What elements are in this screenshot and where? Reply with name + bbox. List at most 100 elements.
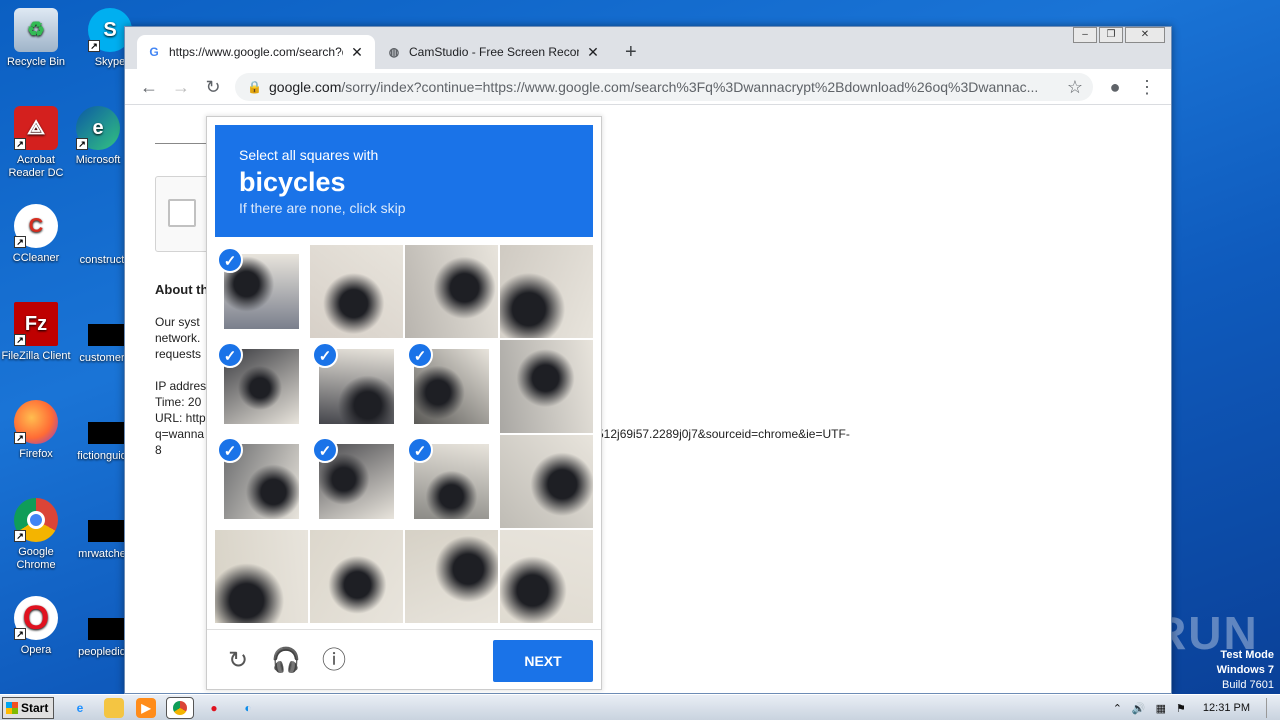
desktop-icon-filezilla[interactable]: Fz ↗ FileZilla Client xyxy=(0,302,72,363)
captcha-tile-image xyxy=(500,530,593,623)
tab-title: https://www.google.com/search?q= xyxy=(169,45,343,59)
captcha-tile[interactable] xyxy=(405,530,498,623)
desktop-icon-label: CCleaner xyxy=(12,252,60,264)
ip-line: IP addres xyxy=(155,379,207,393)
profile-icon[interactable]: ● xyxy=(1103,75,1127,99)
captcha-tile[interactable] xyxy=(500,530,593,623)
desktop-icon-chrome[interactable]: ↗ Google Chrome xyxy=(0,498,72,572)
show-desktop-icon[interactable] xyxy=(1266,698,1280,718)
desktop-icon-recycle-bin[interactable]: ♻ Recycle Bin xyxy=(0,8,72,69)
recaptcha-checkbox[interactable] xyxy=(168,199,196,227)
media-player-taskbar-icon[interactable]: ▶ xyxy=(136,698,156,718)
ip-line: Time: 20 xyxy=(155,395,202,409)
captcha-tile-image xyxy=(500,340,593,433)
page-paragraph-line: Our syst xyxy=(155,315,200,329)
redacted-icon xyxy=(88,520,124,542)
maximize-button[interactable]: ❐ xyxy=(1099,27,1123,43)
challenge-footer: ↻ 🎧 ⓘ NEXT xyxy=(207,629,601,691)
redacted-icon xyxy=(88,422,124,444)
menu-kebab-icon[interactable]: ⋮ xyxy=(1135,75,1159,99)
desktop-icon-opera[interactable]: O ↗ Opera xyxy=(0,596,72,657)
address-bar[interactable]: 🔒 google.com/sorry/index?continue=https:… xyxy=(235,73,1093,101)
recycle-bin-icon: ♻ xyxy=(14,8,58,52)
captcha-tile-image xyxy=(310,245,403,338)
captcha-tile[interactable]: ✓ xyxy=(405,340,498,433)
forward-arrow-icon[interactable]: → xyxy=(169,75,193,99)
ip-line: URL: http xyxy=(155,411,206,425)
lock-icon: 🔒 xyxy=(247,80,262,94)
reload-icon[interactable]: ↻ xyxy=(201,75,225,99)
reload-challenge-icon[interactable]: ↻ xyxy=(223,646,253,676)
page-paragraph-line: network. xyxy=(155,331,201,345)
desktop-icon-label: Google Chrome xyxy=(16,546,56,571)
captcha-tile[interactable]: ✓ xyxy=(215,435,308,528)
taskbar: Start e ▶ ● ◐ ⌃ 🔊 ▦ ⚑ 12:31 PM xyxy=(0,694,1280,720)
explorer-taskbar-icon[interactable] xyxy=(104,698,124,718)
info-icon[interactable]: ⓘ xyxy=(319,646,349,676)
opera-taskbar-icon[interactable]: ● xyxy=(204,698,224,718)
challenge-instruction: Select all squares with xyxy=(239,147,379,163)
captcha-tile-image xyxy=(500,245,593,338)
network-icon[interactable]: ▦ xyxy=(1156,702,1166,715)
desktop-icon-label: Recycle Bin xyxy=(6,56,66,68)
captcha-tile[interactable]: ✓ xyxy=(310,340,403,433)
captcha-tile-image xyxy=(500,435,593,528)
selected-check-icon: ✓ xyxy=(217,437,243,463)
google-favicon-icon: G xyxy=(149,45,159,59)
tray-expand-icon[interactable]: ⌃ xyxy=(1113,702,1122,715)
captcha-tile[interactable]: ✓ xyxy=(215,340,308,433)
tab-google-search[interactable]: G https://www.google.com/search?q= ✕ xyxy=(137,35,375,69)
edge-icon: e ↗ xyxy=(76,106,120,150)
captcha-tile[interactable] xyxy=(215,530,308,623)
selected-check-icon: ✓ xyxy=(407,437,433,463)
desktop-icon-firefox[interactable]: ↗ Firefox xyxy=(0,400,72,461)
tab-close-icon[interactable]: ✕ xyxy=(585,44,601,61)
chrome-taskbar-icon[interactable] xyxy=(166,697,194,719)
captcha-tile[interactable]: ✓ xyxy=(215,245,308,338)
desktop-icon-label: Opera xyxy=(20,644,52,656)
flag-icon[interactable]: ⚑ xyxy=(1176,702,1186,715)
redacted-icon xyxy=(88,618,124,640)
captcha-tile[interactable] xyxy=(500,245,593,338)
start-button[interactable]: Start xyxy=(2,697,54,719)
tab-camstudio[interactable]: ◍ CamStudio - Free Screen Recording ✕ xyxy=(377,35,611,69)
bookmark-star-icon[interactable]: ☆ xyxy=(1063,75,1087,99)
minimize-button[interactable]: ‒ xyxy=(1073,27,1097,43)
edge-taskbar-icon[interactable]: ◐ xyxy=(238,698,258,718)
system-tray: ⌃ 🔊 ▦ ⚑ 12:31 PM xyxy=(1108,695,1280,720)
back-arrow-icon[interactable]: ← xyxy=(137,75,161,99)
challenge-header: Select all squares with bicycles If ther… xyxy=(215,125,593,237)
ie-taskbar-icon[interactable]: e xyxy=(70,698,90,718)
start-label: Start xyxy=(21,701,49,715)
captcha-tile[interactable]: ✓ xyxy=(310,435,403,528)
test-mode-notice: Test Mode Windows 7 Build 7601 xyxy=(1217,648,1274,693)
desktop-icon-ccleaner[interactable]: C ↗ CCleaner xyxy=(0,204,72,265)
url-host: google.com xyxy=(269,79,342,95)
volume-icon[interactable]: 🔊 xyxy=(1132,702,1146,715)
captcha-tile[interactable] xyxy=(310,245,403,338)
tab-close-icon[interactable]: ✕ xyxy=(349,44,365,61)
challenge-image-grid: ✓ ✓ ✓ ✓ ✓ ✓ ✓ xyxy=(215,245,593,623)
close-window-button[interactable]: ✕ xyxy=(1125,27,1165,43)
about-heading: About th xyxy=(155,282,209,297)
captcha-tile-image xyxy=(405,530,498,623)
globe-icon: ◍ xyxy=(388,45,400,59)
tab-title: CamStudio - Free Screen Recording xyxy=(409,45,579,59)
filezilla-icon: Fz ↗ xyxy=(14,302,58,346)
ccleaner-icon: C ↗ xyxy=(14,204,58,248)
selected-check-icon: ✓ xyxy=(217,342,243,368)
captcha-tile[interactable] xyxy=(500,435,593,528)
page-paragraph-line: requests xyxy=(155,347,202,361)
new-tab-button[interactable]: + xyxy=(625,41,637,64)
captcha-tile[interactable] xyxy=(405,245,498,338)
captcha-tile[interactable] xyxy=(310,530,403,623)
test-mode-line: Build 7601 xyxy=(1222,679,1274,691)
captcha-tile[interactable] xyxy=(500,340,593,433)
selected-check-icon: ✓ xyxy=(407,342,433,368)
selected-check-icon: ✓ xyxy=(217,247,243,273)
next-button[interactable]: NEXT xyxy=(493,640,593,682)
captcha-tile[interactable]: ✓ xyxy=(405,435,498,528)
captcha-tile-image xyxy=(215,530,308,623)
audio-challenge-icon[interactable]: 🎧 xyxy=(271,646,301,676)
clock[interactable]: 12:31 PM xyxy=(1203,702,1250,714)
